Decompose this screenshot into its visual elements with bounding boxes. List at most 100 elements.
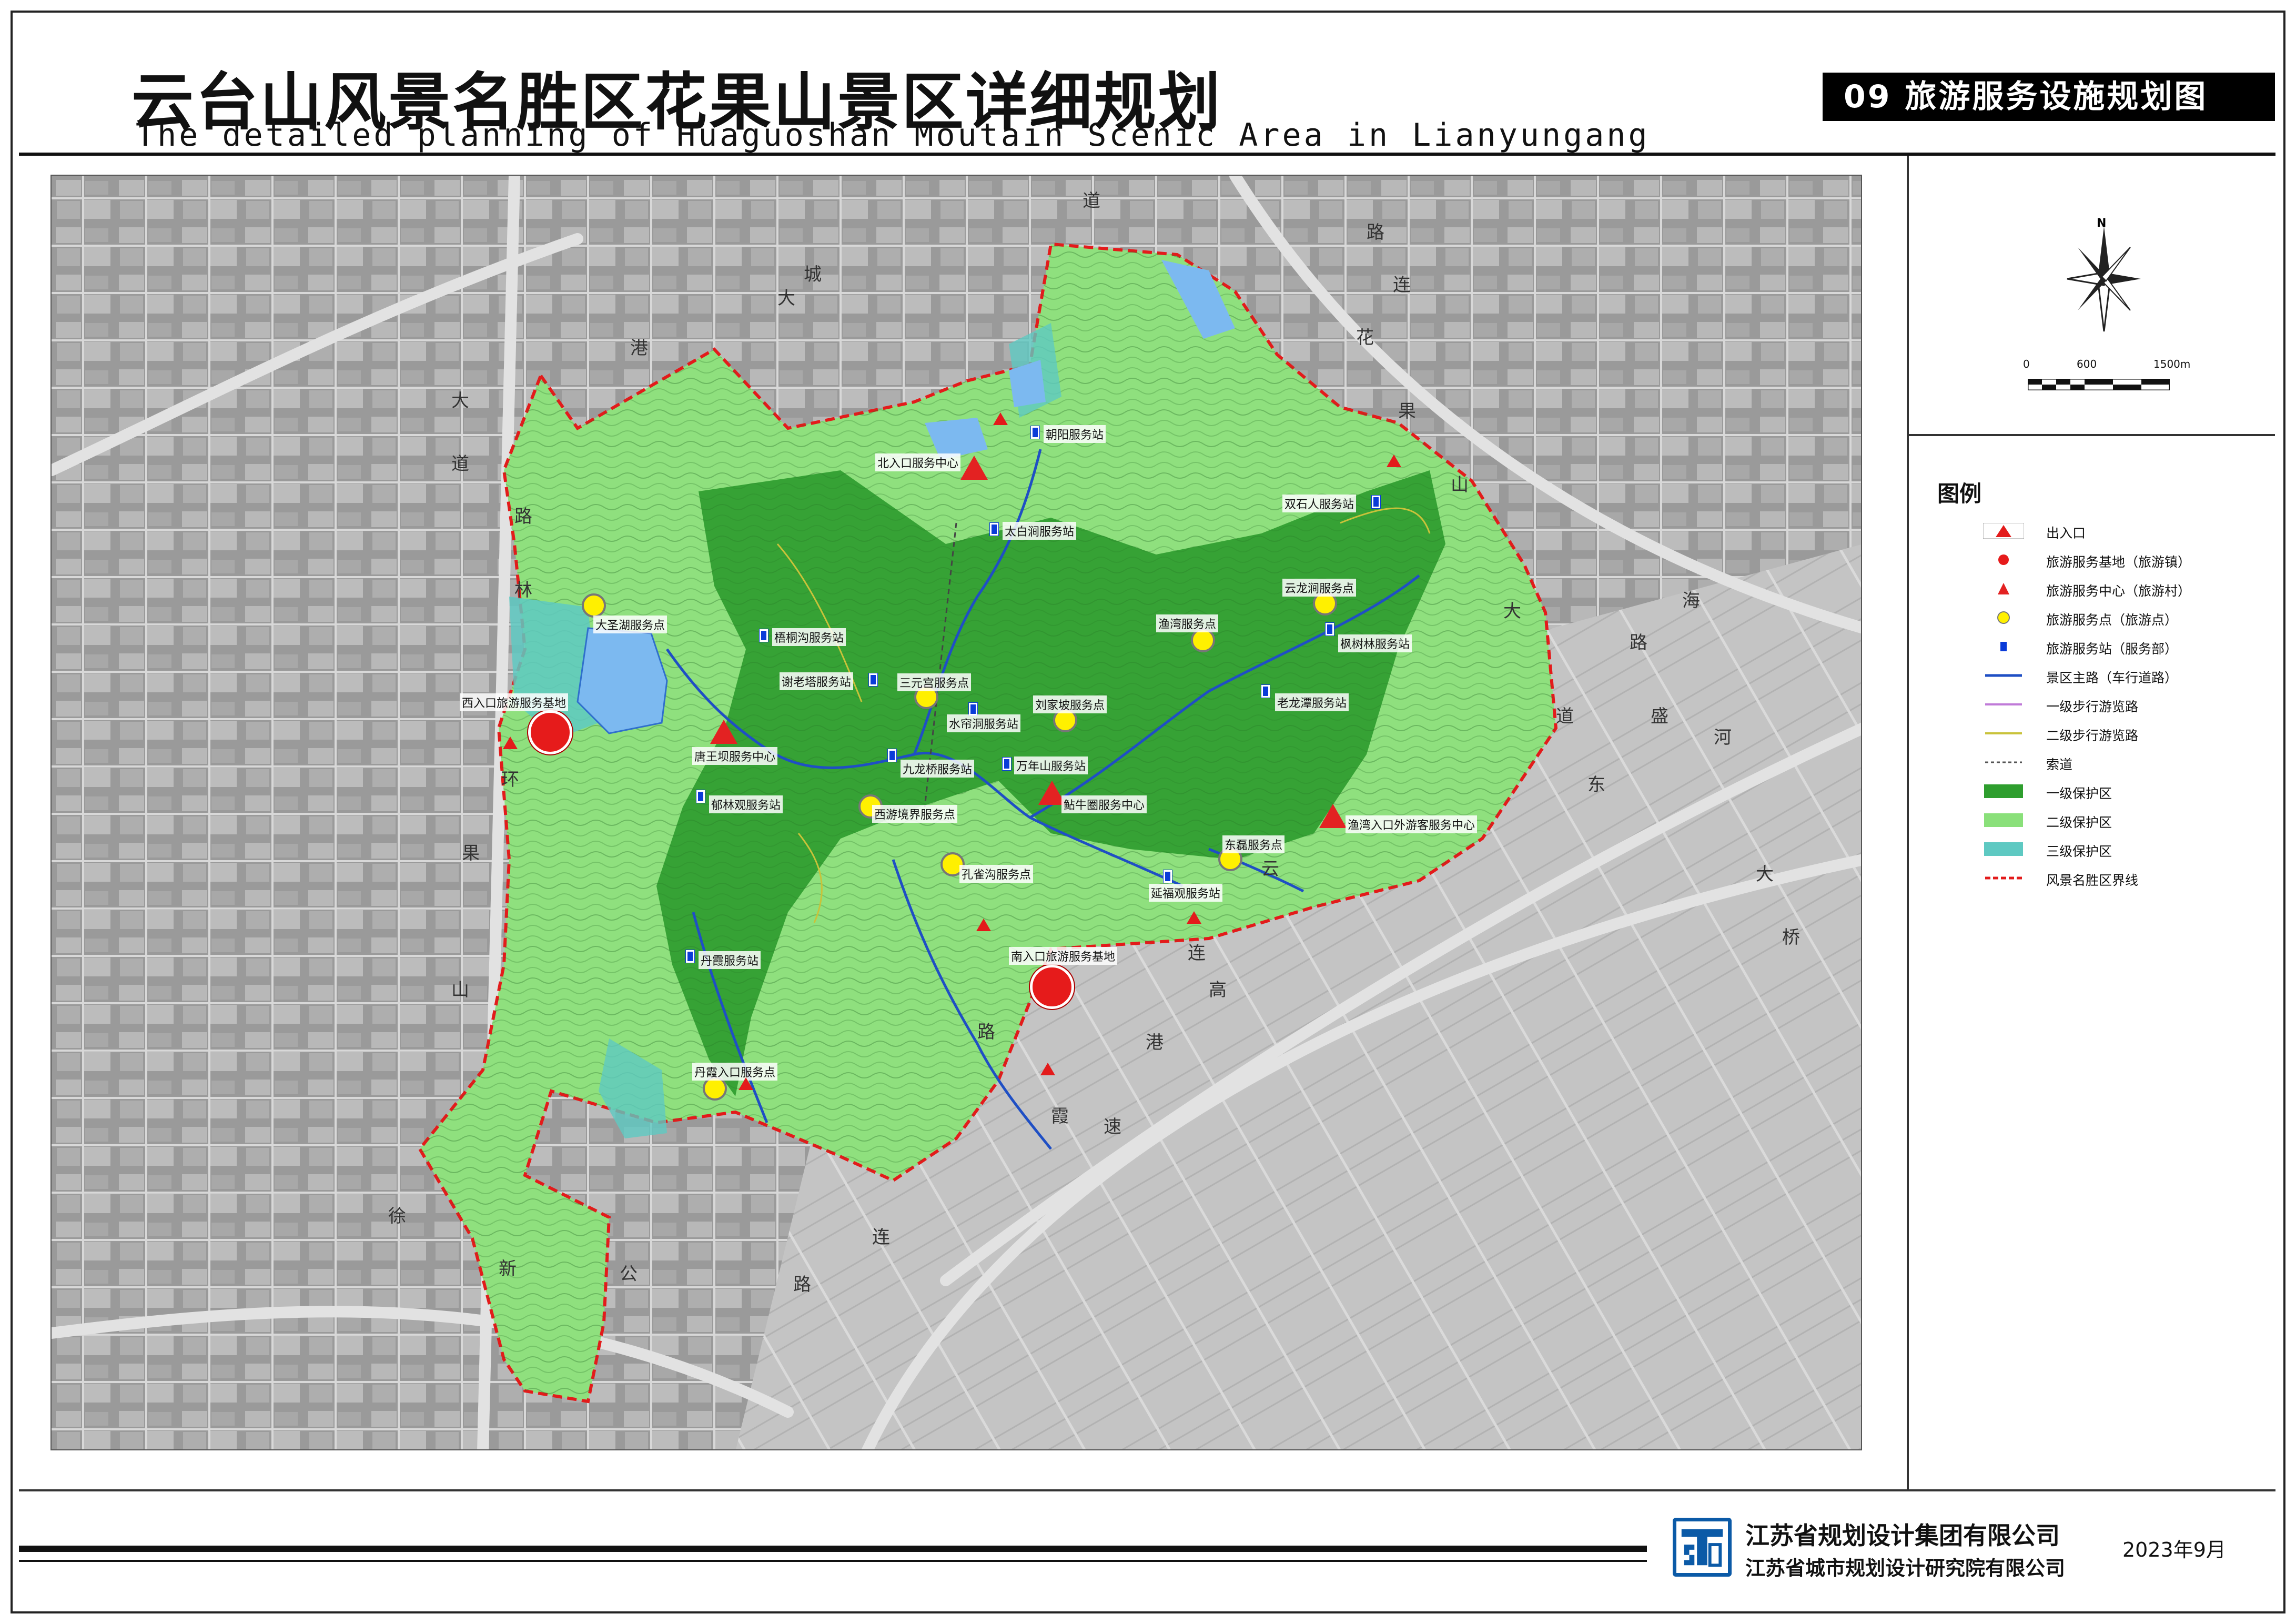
road-label: 果 — [462, 843, 480, 864]
right-column-divider — [1907, 156, 1909, 1489]
taibaijian-station-marker[interactable] — [989, 522, 999, 536]
purple-line-icon — [1985, 703, 2022, 705]
road-label: 云 — [1261, 859, 1279, 880]
entrance-marker-north[interactable] — [993, 412, 1008, 425]
chaoyang-station-marker[interactable] — [1030, 426, 1040, 439]
north-arrow-icon — [2067, 226, 2141, 332]
road-label: 花 — [1356, 327, 1374, 348]
legend-label: 三级保护区 — [2046, 844, 2112, 859]
red-circle-icon — [1998, 554, 2009, 565]
company-name-2: 江苏省城市规划设计研究院有限公司 — [1745, 1557, 2066, 1580]
road-label: 城 — [804, 264, 822, 285]
entrance-marker-southmost[interactable] — [1040, 1063, 1055, 1075]
footer-thin-rule — [19, 1560, 1647, 1562]
legend-item-entrance: 出入口 — [1983, 521, 2257, 542]
yulinguan-station-marker[interactable] — [696, 790, 705, 803]
west-entrance-base-label: 西入口旅游服务基地 — [460, 693, 569, 711]
entrance-marker-southeast[interactable] — [1187, 911, 1201, 924]
yellow-line-icon — [1985, 732, 2022, 734]
south-entrance-base-label: 南入口旅游服务基地 — [1009, 947, 1118, 965]
blue-square-icon — [2000, 642, 2007, 651]
shuangshiren-station-label: 双石人服务站 — [1282, 495, 1357, 512]
road-label: 果 — [1398, 401, 1416, 422]
legend-item-level2-path: 二级步行游览路 — [1983, 723, 2257, 744]
compass-panel-divider — [1909, 434, 2275, 436]
road-label: 盛 — [1651, 706, 1668, 727]
legend-item-level3-zone: 三级保护区 — [1983, 839, 2257, 860]
entrance-marker-west[interactable] — [503, 737, 518, 749]
road-label: 林 — [514, 580, 532, 601]
dashed-line-icon — [1985, 761, 2022, 763]
road-label: 大 — [777, 288, 795, 309]
company-name-1: 江苏省规划设计集团有限公司 — [1745, 1521, 2060, 1550]
road-label: 东 — [1587, 774, 1605, 795]
entrance-marker-danxia[interactable] — [739, 1077, 753, 1090]
dashenghu-point-marker[interactable] — [582, 593, 606, 618]
legend-label: 旅游服务站（服务部） — [2046, 641, 2178, 657]
dark-green-fill-icon — [1984, 784, 2023, 798]
map-canvas[interactable]: 西入口旅游服务基地 南入口旅游服务基地 北入口服务中心 唐王坝服务中心 鲇牛圈服… — [50, 175, 1862, 1450]
yuwan-visitor-center-marker[interactable] — [1319, 804, 1347, 828]
shuiliandong-station-marker[interactable] — [968, 702, 978, 716]
danxia-station-marker[interactable] — [685, 950, 695, 963]
road-label: 路 — [1367, 222, 1384, 243]
red-dashed-line-icon — [1985, 876, 2022, 880]
danxia-entrance-point-label: 丹霞入口服务点 — [692, 1063, 778, 1081]
xiyoujingjie-point-label: 西游境界服务点 — [872, 805, 958, 823]
entrance-marker-south[interactable] — [976, 919, 991, 931]
north-entrance-center-marker[interactable] — [960, 456, 988, 480]
tangwangba-center-marker[interactable] — [710, 720, 737, 744]
road-label: 公 — [620, 1264, 638, 1285]
wannianshan-station-marker[interactable] — [1002, 757, 1012, 771]
scale-label-0: 0 — [2023, 358, 2030, 370]
xielaota-station-marker[interactable] — [868, 673, 878, 687]
road-label: 道 — [1083, 190, 1100, 211]
yellow-circle-icon — [1997, 611, 2010, 624]
road-label: 连 — [872, 1227, 890, 1248]
scale-label-600: 600 — [2077, 358, 2097, 370]
light-green-fill-icon — [1984, 813, 2023, 827]
jiulongqiao-station-label: 九龙桥服务站 — [901, 760, 975, 778]
road-label: 路 — [793, 1274, 811, 1295]
jiulongqiao-station-marker[interactable] — [887, 749, 897, 762]
legend-item-level1-path: 一级步行游览路 — [1983, 694, 2257, 715]
road-label: 大 — [451, 390, 469, 411]
legend-title: 图例 — [1937, 481, 1982, 507]
legend-item-level1-zone: 一级保护区 — [1983, 781, 2257, 802]
road-label: 海 — [1682, 590, 1700, 611]
road-label: 新 — [499, 1258, 517, 1279]
wutonggou-station-marker[interactable] — [759, 629, 768, 642]
road-label: 连 — [1188, 943, 1206, 964]
yanfuguan-station-marker[interactable] — [1163, 870, 1172, 883]
nianniujuan-center-label: 鲇牛圈服务中心 — [1061, 795, 1147, 813]
fengshulin-station-marker[interactable] — [1325, 622, 1334, 636]
west-entrance-base-marker[interactable] — [528, 710, 572, 754]
liujiapo-point-label: 刘家坡服务点 — [1033, 695, 1107, 713]
legend-item-main-road: 景区主路（车行道路） — [1983, 665, 2257, 687]
entrance-marker-icon — [1983, 523, 2024, 539]
road-label: 港 — [1146, 1032, 1164, 1053]
road-label: 连 — [1393, 275, 1411, 296]
yuwan-visitor-center-label: 渔湾入口外游客服务中心 — [1346, 815, 1478, 833]
road-label: 路 — [514, 506, 532, 527]
road-label: 大 — [1756, 864, 1774, 885]
dashenghu-point-label: 大圣湖服务点 — [593, 616, 667, 633]
footer-divider — [19, 1489, 2275, 1491]
road-label: 山 — [451, 980, 469, 1001]
legend-label: 二级保护区 — [2046, 815, 2112, 830]
laolongtan-station-marker[interactable] — [1261, 684, 1270, 698]
shuiliandong-station-label: 水帘洞服务站 — [947, 714, 1021, 732]
road-label: 速 — [1104, 1116, 1121, 1137]
entrance-marker-northeast[interactable] — [1387, 455, 1401, 467]
tangwangba-center-label: 唐王坝服务中心 — [692, 747, 778, 765]
shuangshiren-station-marker[interactable] — [1371, 495, 1381, 509]
sanyuangong-point-label: 三元宫服务点 — [897, 673, 972, 691]
legend-label: 二级步行游览路 — [2046, 728, 2139, 743]
road-label: 路 — [977, 1022, 995, 1043]
south-entrance-base-marker[interactable] — [1030, 965, 1074, 1009]
legend-item-level2-zone: 二级保护区 — [1983, 810, 2257, 831]
road-label: 桥 — [1782, 927, 1800, 948]
yuwan-point-label: 渔湾服务点 — [1156, 614, 1219, 632]
danxia-station-label: 丹霞服务站 — [699, 951, 761, 969]
road-label: 道 — [451, 453, 469, 475]
